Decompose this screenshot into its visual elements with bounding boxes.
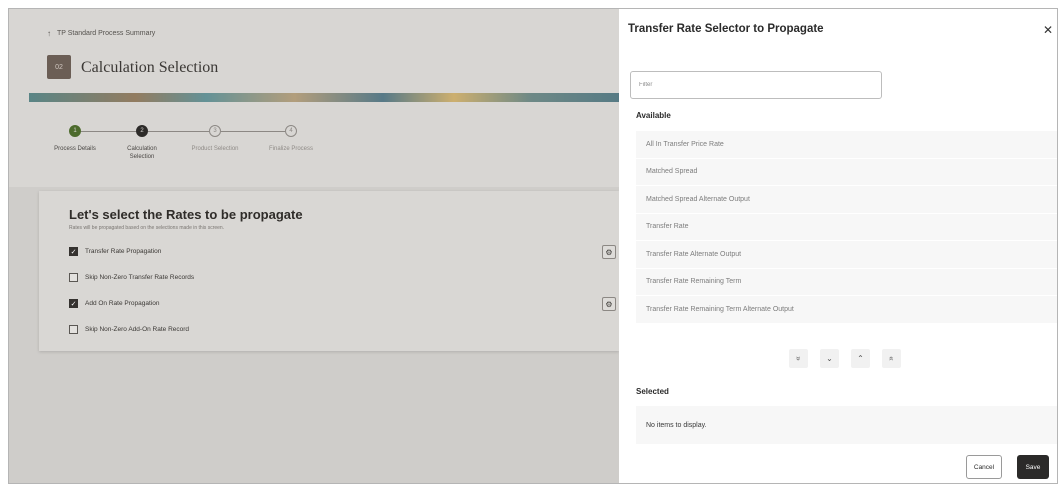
card-subtitle: Rates will be propagated based on the se… (69, 225, 225, 231)
drawer-title: Transfer Rate Selector to Propagate (628, 23, 824, 35)
checkbox-unchecked-icon[interactable] (69, 273, 78, 282)
train-step-2-dot[interactable]: 2 (136, 125, 148, 137)
train-step-3-label: Product Selection (191, 146, 239, 152)
move-up-icon[interactable]: ⌃ (851, 349, 870, 368)
train-step-1-dot[interactable]: 1 (69, 125, 81, 137)
option-skip-non-zero-transfer[interactable]: Skip Non-Zero Transfer Rate Records (69, 273, 194, 282)
gear-icon[interactable]: ⚙ (602, 245, 616, 259)
filter-input[interactable] (630, 71, 882, 99)
decorative-banner (29, 93, 619, 102)
train-step-3-dot[interactable]: 3 (209, 125, 221, 137)
move-down-icon[interactable]: ⌄ (820, 349, 839, 368)
breadcrumb-label[interactable]: TP Standard Process Summary (57, 30, 155, 37)
cancel-button[interactable]: Cancel (966, 455, 1002, 479)
option-transfer-rate-propagation[interactable]: ✓ Transfer Rate Propagation (69, 247, 161, 256)
list-item[interactable]: All In Transfer Price Rate (636, 131, 1057, 159)
close-icon[interactable]: ✕ (1041, 23, 1055, 37)
checkbox-unchecked-icon[interactable] (69, 325, 78, 334)
option-label: Add On Rate Propagation (85, 300, 160, 307)
process-train: 1 2 3 4 Process Details Calculation Sele… (39, 113, 339, 173)
list-item[interactable]: Transfer Rate Remaining Term (636, 269, 1057, 296)
train-step-4-label: Finalize Process (268, 146, 313, 152)
option-label: Skip Non-Zero Add-On Rate Record (85, 326, 190, 333)
checkbox-checked-icon[interactable]: ✓ (69, 247, 78, 256)
train-connector (81, 131, 136, 132)
list-item[interactable]: Transfer Rate (636, 214, 1057, 241)
background-page: ↑ TP Standard Process Summary 02 Calcula… (9, 9, 619, 483)
move-all-up-icon[interactable]: « (882, 349, 901, 368)
available-list: All In Transfer Price Rate Matched Sprea… (636, 131, 1057, 324)
breadcrumb[interactable]: ↑ TP Standard Process Summary (47, 29, 155, 38)
option-label: Skip Non-Zero Transfer Rate Records (85, 274, 195, 281)
option-label: Transfer Rate Propagation (85, 248, 162, 255)
selected-list: No items to display. (636, 406, 1057, 444)
train-connector (221, 131, 285, 132)
list-item[interactable]: Matched Spread Alternate Output (636, 186, 1057, 214)
list-item[interactable]: Matched Spread (636, 159, 1057, 186)
list-item[interactable]: Transfer Rate Remaining Term Alternate O… (636, 296, 1057, 324)
page-title: Calculation Selection (81, 59, 219, 76)
train-step-2-label: Calculation Selection (127, 146, 157, 160)
train-connector (148, 131, 209, 132)
option-add-on-rate-propagation[interactable]: ✓ Add On Rate Propagation (69, 299, 159, 308)
rate-selection-card: Let's select the Rates to be propagate R… (39, 191, 619, 351)
gear-icon[interactable]: ⚙ (602, 297, 616, 311)
up-arrow-icon: ↑ (47, 29, 51, 38)
app-frame: ↑ TP Standard Process Summary 02 Calcula… (8, 8, 1058, 484)
train-step-1-label: Process Details (54, 146, 96, 152)
step-badge: 02 (47, 55, 71, 79)
available-label: Available (636, 111, 671, 120)
move-all-down-icon[interactable]: » (789, 349, 808, 368)
checkbox-checked-icon[interactable]: ✓ (69, 299, 78, 308)
shuttle-controls: » ⌄ ⌃ « (789, 349, 901, 368)
card-title: Let's select the Rates to be propagate (69, 207, 303, 222)
empty-message: No items to display. (646, 421, 707, 429)
selected-label: Selected (636, 387, 669, 396)
header-section: ↑ TP Standard Process Summary 02 Calcula… (9, 9, 619, 187)
transfer-rate-drawer: Transfer Rate Selector to Propagate ✕ Av… (619, 9, 1057, 483)
train-step-4-dot[interactable]: 4 (285, 125, 297, 137)
option-skip-non-zero-add-on[interactable]: Skip Non-Zero Add-On Rate Record (69, 325, 189, 334)
list-item[interactable]: Transfer Rate Alternate Output (636, 241, 1057, 269)
save-button[interactable]: Save (1017, 455, 1049, 479)
